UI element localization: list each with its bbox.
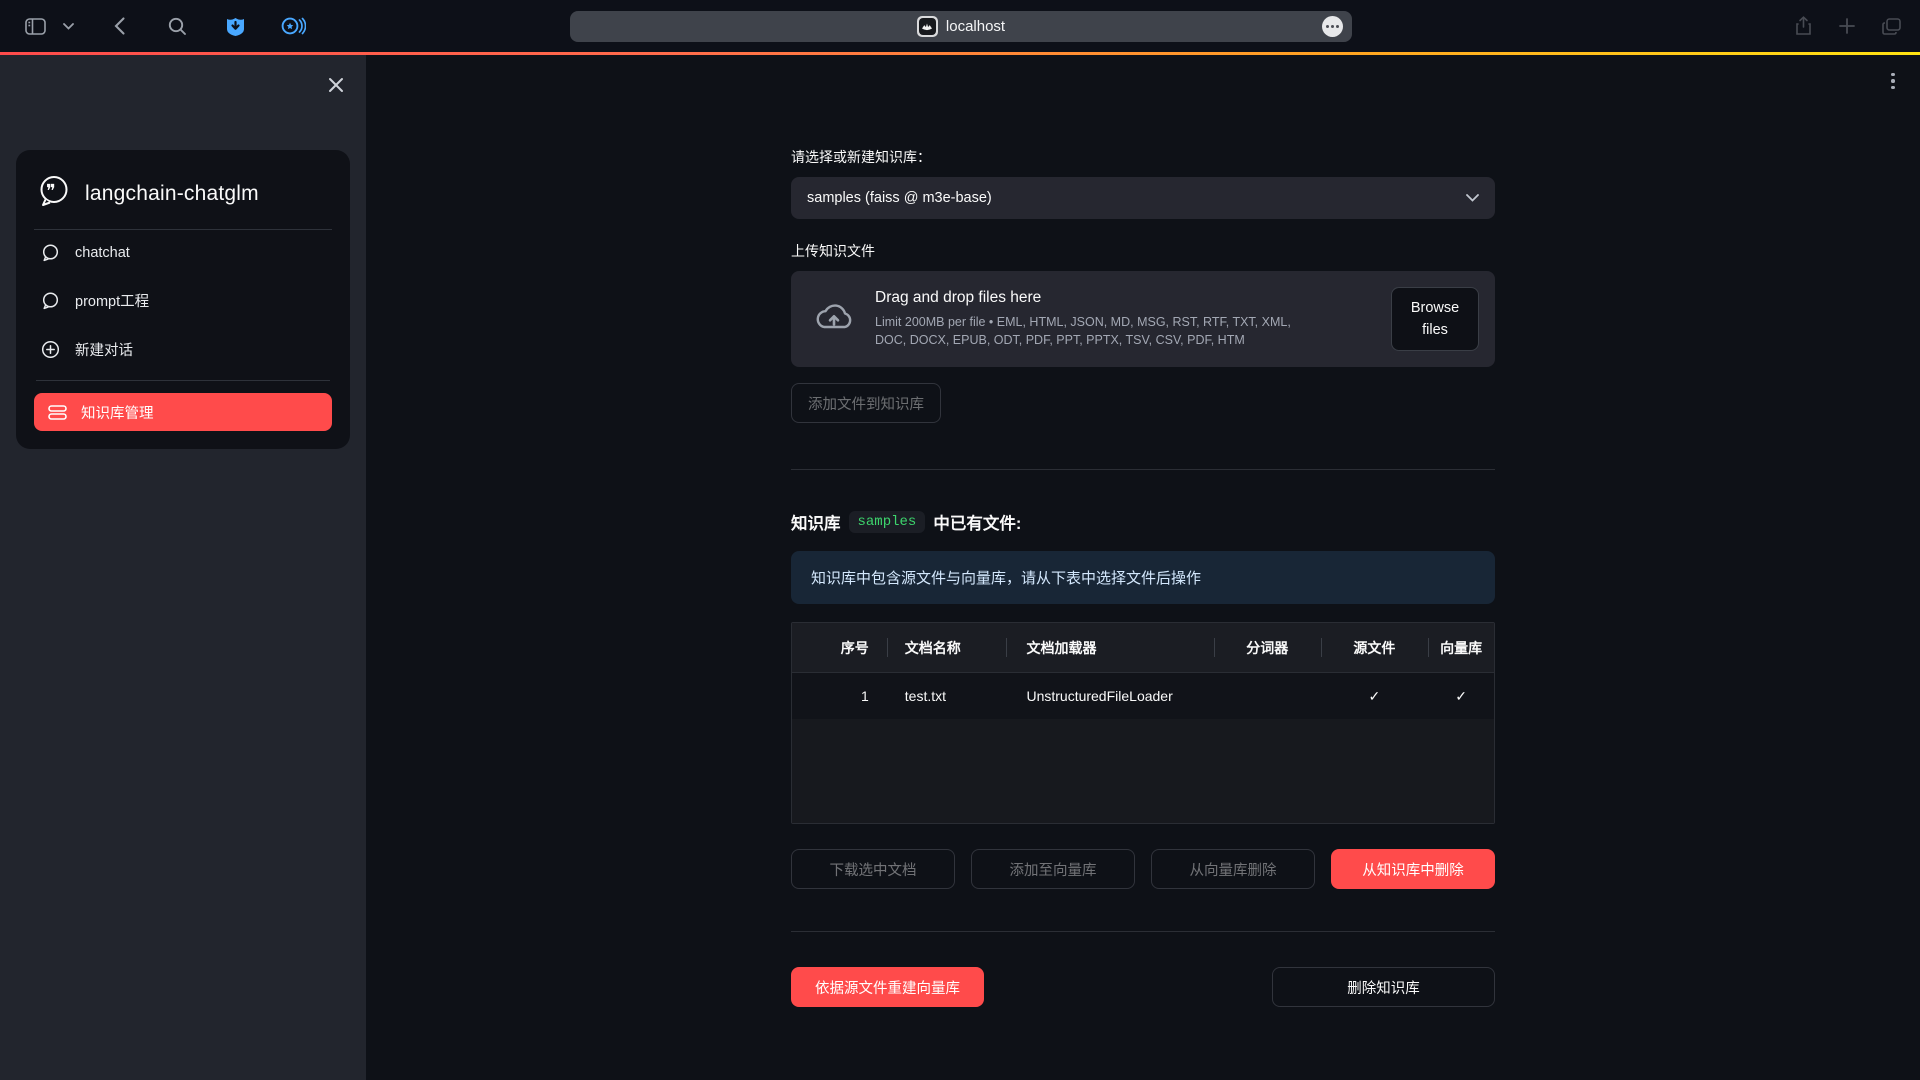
column-header: 序号 [792,623,887,672]
cell-index: 1 [792,673,887,719]
cell-loader: UnstructuredFileLoader [1006,673,1213,719]
browse-files-button[interactable]: Browse files [1391,287,1479,351]
cloud-upload-icon [813,301,855,338]
dropzone-hint: Limit 200MB per file • EML, HTML, JSON, … [875,313,1310,349]
column-header: 文档加载器 [1006,623,1213,672]
sidebar-item-new-chat[interactable]: 新建对话 [34,325,332,374]
share-icon[interactable] [1788,11,1818,41]
sidebar-item-label: chatchat [75,245,130,261]
sidebar: ❞ langchain-chatglm chatchat [0,55,366,1080]
sidebar-item-label: 新建对话 [75,339,133,360]
kb-select-label: 请选择或新建知识库： [791,147,1495,167]
app-logo-icon: ❞ [36,174,72,213]
dropzone-title: Drag and drop files here [875,289,1371,307]
column-header: 文档名称 [887,623,1007,672]
table-empty-area [792,719,1494,823]
kb-heading-suffix: 中已有文件: [933,510,1021,534]
download-selected-button[interactable]: 下载选中文档 [791,849,955,889]
section-divider [791,469,1495,470]
section-divider [791,931,1495,932]
remove-from-vectorstore-button[interactable]: 从向量库删除 [1151,849,1315,889]
upload-label: 上传知识文件 [791,241,1495,261]
app-title: langchain-chatglm [85,182,259,206]
chevron-down-icon [1466,194,1479,202]
add-files-to-kb-button[interactable]: 添加文件到知识库 [791,383,941,423]
cell-source-check: ✓ [1321,673,1429,719]
app-menu-kebab-icon[interactable] [1880,67,1906,95]
kb-name-code: samples [849,511,926,533]
sidebar-divider [36,380,330,381]
kb-files-table[interactable]: 序号 文档名称 文档加载器 分词器 源文件 向量库 1 test.txt Uns… [791,622,1495,824]
column-header: 向量库 [1428,623,1494,672]
info-message: 知识库中包含源文件与向量库，请从下表中选择文件后操作 [791,551,1495,604]
table-row[interactable]: 1 test.txt UnstructuredFileLoader ✓ ✓ [792,673,1494,719]
delete-kb-button[interactable]: 删除知识库 [1272,967,1495,1007]
main-area: 请选择或新建知识库： samples (faiss @ m3e-base) 上传… [366,55,1920,1080]
file-actions-row: 下载选中文档 添加至向量库 从向量库删除 从知识库中删除 [791,849,1495,889]
app-logo-row: ❞ langchain-chatglm [34,166,332,230]
footer-actions-row: 依据源文件重建向量库 删除知识库 [791,967,1495,1007]
kb-select-dropdown[interactable]: samples (faiss @ m3e-base) [791,177,1495,219]
plus-circle-icon [40,340,60,359]
list-icon [48,405,67,420]
file-dropzone[interactable]: Drag and drop files here Limit 200MB per… [791,271,1495,367]
sidebar-nav-card: ❞ langchain-chatglm chatchat [16,150,350,449]
back-icon[interactable] [104,11,134,41]
column-header: 分词器 [1214,623,1321,672]
sidebar-item-label: prompt工程 [75,290,149,311]
add-to-vectorstore-button[interactable]: 添加至向量库 [971,849,1135,889]
chat-bubble-icon [40,292,60,310]
sidebar-close-icon[interactable] [326,75,348,97]
kb-heading-prefix: 知识库 [791,510,841,534]
url-text: localhost [946,18,1005,35]
extension-cast-icon[interactable] [278,11,308,41]
browser-toolbar: localhost [0,0,1920,52]
kb-files-heading: 知识库 samples 中已有文件: [791,510,1495,534]
sidebar-toggle-icon[interactable] [20,11,50,41]
new-tab-plus-icon[interactable] [1832,11,1862,41]
cell-filename: test.txt [887,673,1007,719]
sidebar-item-prompt[interactable]: prompt工程 [34,276,332,325]
column-header: 源文件 [1321,623,1429,672]
rebuild-vectorstore-button[interactable]: 依据源文件重建向量库 [791,967,984,1007]
page-options-ellipsis-icon[interactable] [1322,16,1343,37]
search-icon[interactable] [162,11,192,41]
chat-bubble-icon [40,244,60,262]
sidebar-item-label: 知识库管理 [81,402,154,423]
cell-splitter [1214,673,1321,719]
kb-select-value: samples (faiss @ m3e-base) [807,190,992,206]
svg-text:❞: ❞ [46,181,56,201]
site-favicon [917,16,938,37]
sidebar-item-knowledge-base-active[interactable]: 知识库管理 [34,393,332,431]
tab-overview-icon[interactable] [1876,11,1906,41]
url-bar[interactable]: localhost [570,11,1352,42]
delete-from-kb-button[interactable]: 从知识库中删除 [1331,849,1495,889]
cell-vector-check: ✓ [1428,673,1494,719]
sidebar-chevron-down-icon[interactable] [60,11,76,41]
table-header-row: 序号 文档名称 文档加载器 分词器 源文件 向量库 [792,623,1494,673]
extension-shield-icon[interactable] [220,11,250,41]
sidebar-item-chatchat[interactable]: chatchat [34,230,332,276]
